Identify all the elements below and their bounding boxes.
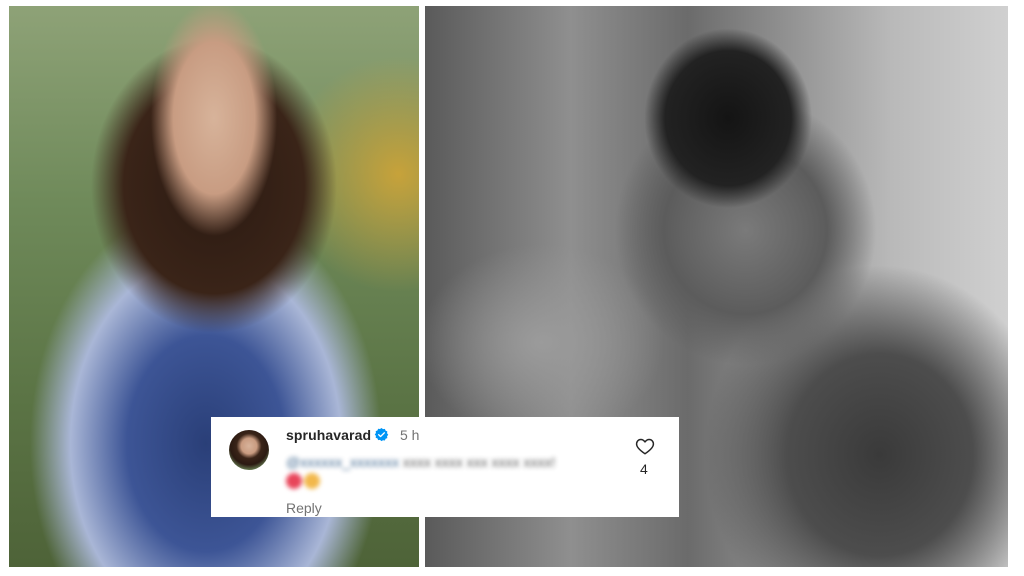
comment-card: spruhavarad 5 h @xxxxxx_xxxxxxx xxxx xxx… xyxy=(211,417,679,517)
emoji-redacted xyxy=(286,473,328,489)
like-count: 4 xyxy=(640,461,648,477)
comment-timestamp: 5 h xyxy=(400,427,420,443)
reply-button[interactable]: Reply xyxy=(286,500,322,516)
avatar[interactable] xyxy=(229,430,269,470)
heart-icon[interactable] xyxy=(635,437,655,455)
verified-badge-icon xyxy=(374,427,389,442)
comment-text-redacted: @xxxxxx_xxxxxxx xxxx xxxx xxx xxxx xxxx! xyxy=(286,454,556,470)
comment-username[interactable]: spruhavarad xyxy=(286,427,371,443)
